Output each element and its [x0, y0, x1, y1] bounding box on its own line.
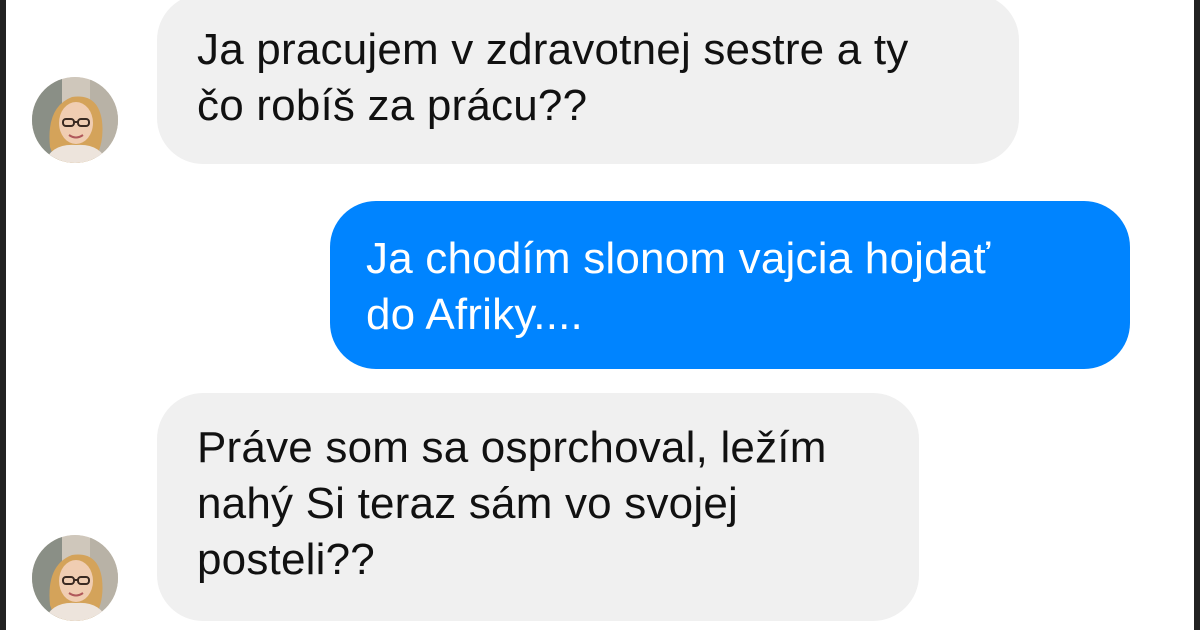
contact-avatar-icon[interactable] [32, 77, 118, 163]
message-text-line: čo robíš za prácu?? [197, 81, 588, 130]
message-text-line: do Afriky.... [366, 290, 583, 339]
message-text-line: nahý Si teraz sám vo svojej [197, 479, 738, 528]
incoming-message-bubble[interactable]: Práve som sa osprchoval, ležím nahý Si t… [157, 393, 919, 621]
outgoing-message-bubble[interactable]: Ja chodím slonom vajcia hojdať do Afriky… [330, 201, 1130, 369]
message-text-line: Ja pracujem v zdravotnej sestre a ty [197, 25, 909, 74]
contact-avatar-icon[interactable] [32, 535, 118, 621]
incoming-message-bubble[interactable]: Ja pracujem v zdravotnej sestre a ty čo … [157, 0, 1019, 164]
message-text-line: Práve som sa osprchoval, ležím [197, 423, 827, 472]
message-text-line: Ja chodím slonom vajcia hojdať [366, 234, 991, 283]
message-text-line: posteli?? [197, 535, 375, 584]
